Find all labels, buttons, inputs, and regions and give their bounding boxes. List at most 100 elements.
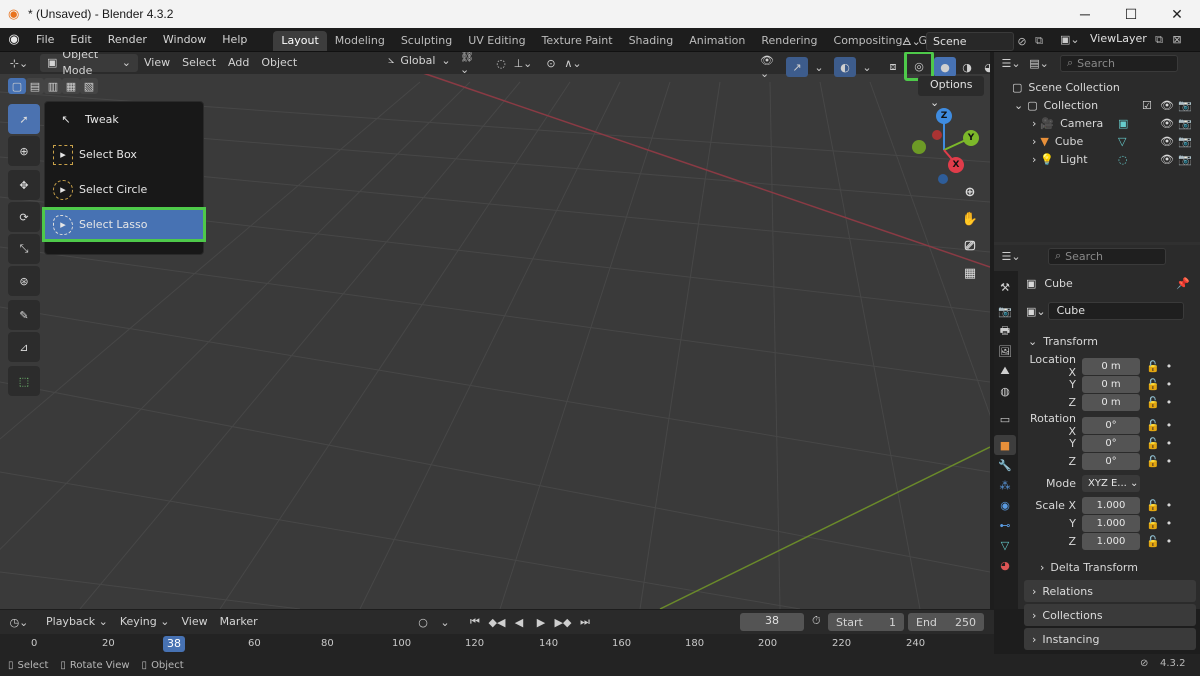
transform-tool-button[interactable]: ⊛: [8, 266, 40, 296]
scene-name-field[interactable]: Scene: [926, 31, 1014, 51]
rotation-y-field[interactable]: 0°: [1082, 434, 1140, 452]
eye-icon[interactable]: 👁: [1160, 99, 1174, 112]
camera-render-icon[interactable]: 📷: [1178, 117, 1192, 130]
tab-sculpting[interactable]: Sculpting: [393, 31, 460, 51]
gizmo-dropdown-icon[interactable]: ⌄: [808, 57, 830, 77]
tab-modifier-icon[interactable]: 🔧: [994, 455, 1016, 475]
start-frame-field[interactable]: Start 1: [828, 613, 904, 631]
tab-world-icon[interactable]: ◍: [994, 381, 1016, 401]
outliner-item-light[interactable]: › 💡 Light ◌ 👁 📷: [994, 150, 1200, 168]
new-viewlayer-icon[interactable]: ⧉: [1150, 33, 1168, 47]
keyframe-dot-icon[interactable]: •: [1166, 535, 1173, 548]
menu-render[interactable]: Render: [100, 28, 155, 52]
lock-icon[interactable]: 🔓: [1146, 396, 1160, 409]
lock-icon[interactable]: 🔓: [1146, 378, 1160, 391]
solid-shading-button[interactable]: ●: [934, 57, 956, 77]
camera-render-icon[interactable]: 📷: [1178, 135, 1192, 148]
scale-x-field[interactable]: 1.000: [1082, 496, 1140, 514]
gizmo-neg-y[interactable]: [912, 140, 926, 154]
popup-item-tweak[interactable]: ↖ Tweak: [45, 102, 203, 137]
tab-rendering[interactable]: Rendering: [753, 31, 825, 51]
lock-icon[interactable]: 🔓: [1146, 499, 1160, 512]
tab-constraints-icon[interactable]: ⊷: [994, 515, 1016, 535]
rotation-z-field[interactable]: 0°: [1082, 452, 1140, 470]
tab-animation[interactable]: Animation: [681, 31, 753, 51]
tab-output-icon[interactable]: 🖶: [994, 321, 1016, 341]
instancing-panel[interactable]: › Instancing: [1024, 628, 1196, 650]
outliner-collection[interactable]: ⌄ ▢ Collection ☑ 👁 📷: [994, 96, 1200, 114]
location-z-field[interactable]: 0 m: [1082, 393, 1140, 411]
tab-compositing[interactable]: Compositing: [826, 31, 911, 51]
popup-item-select-lasso[interactable]: ▸ Select Lasso: [42, 207, 206, 242]
outliner-item-camera[interactable]: › 🎥 Camera ▣ 👁 📷: [994, 114, 1200, 132]
jump-end-icon[interactable]: ⏭: [574, 612, 596, 632]
overlay-dropdown-icon[interactable]: ⌄: [856, 57, 878, 77]
lock-icon[interactable]: 🔓: [1146, 437, 1160, 450]
menu-object[interactable]: Object: [255, 53, 303, 73]
object-datablock-icon[interactable]: ▣⌄: [1026, 305, 1046, 318]
menu-select[interactable]: Select: [176, 53, 222, 73]
eye-icon[interactable]: 👁: [1160, 153, 1174, 166]
mode-dropdown[interactable]: ▣ Object Mode ⌄: [40, 52, 138, 77]
keyframe-dot-icon[interactable]: •: [1166, 360, 1173, 373]
select-tool-button[interactable]: ➚: [8, 104, 40, 134]
tab-tool-icon[interactable]: ⚒: [994, 277, 1016, 297]
select-extend-icon[interactable]: ▤: [26, 78, 44, 94]
lock-icon[interactable]: 🔓: [1146, 517, 1160, 530]
stopwatch-icon[interactable]: ⏱: [812, 614, 821, 628]
prev-keyframe-icon[interactable]: ◆◀: [486, 612, 508, 632]
gizmo-z-axis[interactable]: Z: [936, 108, 952, 124]
outliner-item-cube[interactable]: › ▼ Cube ▽ 👁 📷: [994, 132, 1200, 150]
delta-transform-panel[interactable]: › Delta Transform: [1020, 556, 1200, 578]
camera-render-icon[interactable]: 📷: [1178, 99, 1192, 112]
play-icon[interactable]: ▶: [530, 612, 552, 632]
select-new-icon[interactable]: ▢: [8, 78, 26, 94]
blender-menu-icon[interactable]: ◉: [0, 32, 28, 47]
tab-render-icon[interactable]: 📷: [994, 301, 1016, 321]
falloff-icon[interactable]: ∧⌄: [562, 53, 584, 73]
lock-icon[interactable]: 🔓: [1146, 455, 1160, 468]
pan-hand-icon[interactable]: ✋: [958, 207, 982, 231]
playhead[interactable]: 38: [163, 636, 185, 652]
properties-editor-type-icon[interactable]: ☰⌄: [1000, 246, 1022, 266]
close-button[interactable]: ✕: [1154, 0, 1200, 28]
eye-icon[interactable]: 👁: [1160, 117, 1174, 130]
tab-particles-icon[interactable]: ⁂: [994, 475, 1016, 495]
zoom-icon[interactable]: ⊕: [958, 180, 982, 204]
rotation-x-field[interactable]: 0°: [1082, 416, 1140, 434]
auto-keying-icon[interactable]: ○: [412, 612, 434, 632]
pivot-icon[interactable]: ⛓⌄: [460, 52, 482, 76]
outliner-editor-type-icon[interactable]: ☰⌄: [1000, 53, 1022, 73]
menu-help[interactable]: Help: [214, 28, 255, 52]
move-tool-button[interactable]: ✥: [8, 170, 40, 200]
annotate-tool-button[interactable]: ✎: [8, 300, 40, 330]
menu-keying[interactable]: Keying ⌄: [114, 612, 176, 632]
select-subtract-icon[interactable]: ▥: [44, 78, 62, 94]
cursor-tool-button[interactable]: ⊕: [8, 136, 40, 166]
timeline-ruler[interactable]: 0 20 38 60 80 100 120 140 160 180 200 22…: [0, 634, 994, 654]
tab-object-icon[interactable]: ■: [994, 435, 1016, 455]
transform-panel-header[interactable]: ⌄ Transform: [1020, 329, 1200, 353]
select-invert-icon[interactable]: ▦: [62, 78, 80, 94]
keyframe-dot-icon[interactable]: •: [1166, 419, 1173, 432]
add-cube-tool-button[interactable]: ⬚: [8, 366, 40, 396]
scale-tool-button[interactable]: ⤡: [8, 234, 40, 264]
pin-icon[interactable]: 📌: [1176, 277, 1190, 290]
scale-y-field[interactable]: 1.000: [1082, 514, 1140, 532]
rotate-tool-button[interactable]: ⟳: [8, 202, 40, 232]
menu-view[interactable]: View: [138, 53, 176, 73]
eye-icon[interactable]: 👁: [1160, 135, 1174, 148]
maximize-button[interactable]: ☐: [1108, 0, 1154, 28]
proportional-edit-icon[interactable]: ⊙: [540, 53, 562, 73]
remove-viewlayer-icon[interactable]: ⊠: [1168, 33, 1186, 46]
end-frame-field[interactable]: End 250: [908, 613, 984, 631]
relations-panel[interactable]: › Relations: [1024, 580, 1196, 602]
gizmo-y-axis[interactable]: Y: [963, 130, 979, 146]
lock-icon[interactable]: 🔓: [1146, 419, 1160, 432]
snap-target-icon[interactable]: ⊥⌄: [512, 53, 534, 73]
editor-type-icon[interactable]: ⊹⌄: [8, 53, 30, 73]
minimize-button[interactable]: ─: [1062, 0, 1108, 28]
menu-edit[interactable]: Edit: [62, 28, 99, 52]
snap-icon[interactable]: ◌: [490, 53, 512, 73]
outliner-search[interactable]: ⌕ Search: [1060, 54, 1178, 72]
